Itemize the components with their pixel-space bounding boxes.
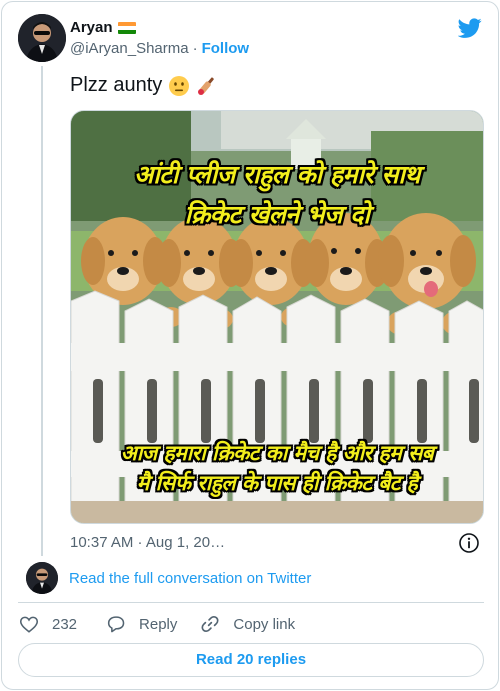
neutral-face-emoji-icon [169, 75, 190, 96]
tweet-timestamp[interactable]: 10:37 AM · Aug 1, 20… [70, 534, 225, 551]
author-name-row: Aryan [70, 19, 136, 36]
thread-line [41, 66, 43, 556]
author-name[interactable]: Aryan [70, 19, 113, 36]
reply-bubble-icon [107, 616, 125, 633]
author-handle[interactable]: @iAryan_Sharma [70, 40, 189, 57]
tweet-media-image[interactable]: आंटी प्लीज राहुल को हमारे साथ क्रिकेट खे… [70, 110, 484, 524]
action-bar: 232 Reply Copy link [18, 612, 295, 636]
twitter-bird-icon[interactable] [458, 16, 482, 40]
read-replies-button[interactable]: Read 20 replies [18, 643, 484, 677]
cricket-bat-icon [198, 76, 215, 95]
meme-top-line-1: आंटी प्लीज राहुल को हमारे साथ [134, 160, 420, 189]
info-icon[interactable] [458, 532, 480, 554]
author-avatar[interactable] [18, 14, 66, 62]
small-author-avatar [26, 562, 58, 594]
india-flag-icon [117, 21, 136, 34]
separator-dot: · [192, 40, 198, 57]
tweet-card: Aryan @iAryan_Sharma · Follow Plzz aunty [1, 1, 499, 690]
like-button[interactable]: 232 [18, 613, 77, 635]
meme-bottom-line-1: आज हमारा क्रिकेट का मैच है और हम सब [120, 441, 434, 465]
reply-button[interactable]: Reply [105, 613, 177, 635]
tweet-text-row: Plzz aunty [70, 74, 218, 97]
reply-label: Reply [139, 615, 178, 633]
heart-icon [19, 616, 39, 633]
copy-link-label: Copy link [233, 615, 296, 633]
read-conversation-link[interactable]: Read the full conversation on Twitter [69, 570, 311, 587]
follow-button[interactable]: Follow [202, 40, 250, 57]
tweet-text: Plzz aunty [70, 74, 163, 96]
meme-bottom-line-2: मै सिर्फ राहुल के पास ही क्रिकेट बैट है [136, 471, 418, 495]
like-count: 232 [52, 615, 78, 633]
copy-link-button[interactable]: Copy link [199, 613, 295, 635]
author-handle-row: @iAryan_Sharma · Follow [70, 40, 249, 57]
meme-top-line-2: क्रिकेट खेलने भेज दो [184, 200, 370, 229]
link-icon [201, 615, 219, 633]
read-conversation-row[interactable]: Read the full conversation on Twitter [18, 562, 311, 594]
divider [18, 602, 484, 603]
